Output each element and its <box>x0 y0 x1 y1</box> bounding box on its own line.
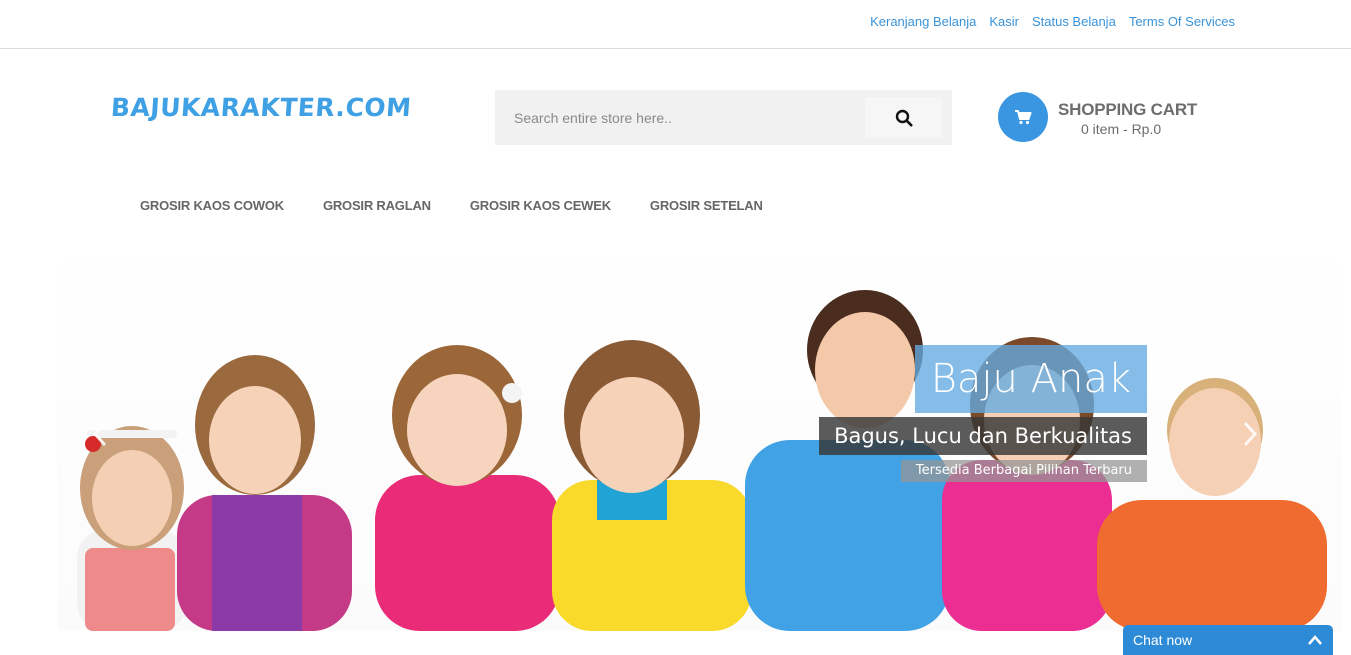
chat-widget[interactable]: Chat now <box>1123 625 1333 655</box>
nav-grosir-kaos-cowok[interactable]: GROSIR KAOS COWOK <box>140 198 284 213</box>
chevron-right-icon <box>1243 421 1258 447</box>
chevron-up-icon <box>1308 635 1322 645</box>
top-bar: Keranjang Belanja Kasir Status Belanja T… <box>0 0 1351 49</box>
page: Keranjang Belanja Kasir Status Belanja T… <box>0 0 1351 655</box>
top-links: Keranjang Belanja Kasir Status Belanja T… <box>870 14 1235 29</box>
hero-image <box>77 290 1327 631</box>
search-button[interactable] <box>865 97 942 138</box>
slider-next-button[interactable] <box>1235 416 1265 452</box>
search-input[interactable] <box>495 90 865 145</box>
slider-prev-button[interactable] <box>85 416 115 452</box>
nav-grosir-raglan[interactable]: GROSIR RAGLAN <box>323 198 431 213</box>
hero-slider: Baju Anak Bagus, Lucu dan Berkualitas Te… <box>57 230 1342 631</box>
hero-subtitle: Bagus, Lucu dan Berkualitas <box>819 417 1147 455</box>
cart-summary: 0 item - Rp.0 <box>1081 121 1162 137</box>
nav-grosir-kaos-cewek[interactable]: GROSIR KAOS CEWEK <box>470 198 611 213</box>
cart-icon <box>1015 110 1032 125</box>
hero-title: Baju Anak <box>914 345 1147 413</box>
link-terms-of-services[interactable]: Terms Of Services <box>1129 14 1235 29</box>
hero-tagline: Tersedia Berbagai Pilihan Terbaru <box>900 460 1147 482</box>
search-box <box>495 90 952 145</box>
main-nav: GROSIR KAOS COWOK GROSIR RAGLAN GROSIR K… <box>140 198 763 213</box>
nav-grosir-setelan[interactable]: GROSIR SETELAN <box>650 198 763 213</box>
chat-label: Chat now <box>1133 632 1193 648</box>
link-keranjang-belanja[interactable]: Keranjang Belanja <box>870 14 976 29</box>
site-logo[interactable]: BAJUKARAKTER.COM <box>110 93 413 122</box>
link-kasir[interactable]: Kasir <box>989 14 1019 29</box>
cart-button[interactable] <box>998 92 1048 142</box>
chevron-left-icon <box>92 421 107 447</box>
search-icon <box>895 109 913 127</box>
link-status-belanja[interactable]: Status Belanja <box>1032 14 1116 29</box>
cart-title[interactable]: SHOPPING CART <box>1058 100 1197 120</box>
